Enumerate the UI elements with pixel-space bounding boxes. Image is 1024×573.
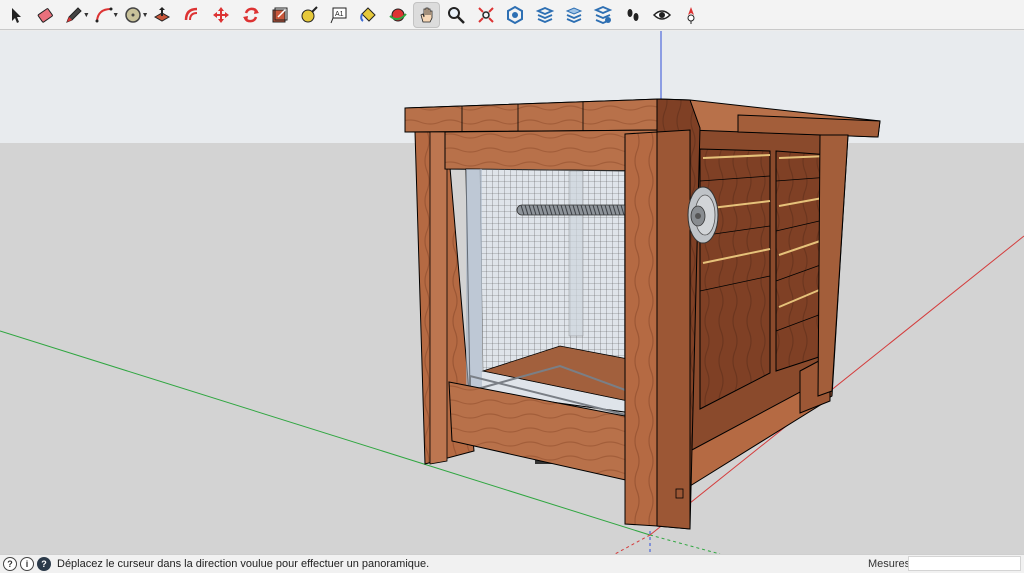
vise-screw xyxy=(516,204,635,216)
offset-icon xyxy=(184,7,197,20)
arrow-cursor-icon xyxy=(11,7,21,23)
rotate-tool-button[interactable] xyxy=(237,2,264,28)
3d-warehouse-button[interactable] xyxy=(502,2,529,28)
paint-bucket-icon xyxy=(360,6,376,22)
chevron-down-icon[interactable]: ▼ xyxy=(142,12,149,19)
chevron-down-icon[interactable]: ▼ xyxy=(112,12,119,19)
rotate-icon xyxy=(242,7,259,22)
status-message: Déplacez le curseur dans la direction vo… xyxy=(57,558,430,570)
arc-tool-button[interactable]: ▼ xyxy=(90,2,119,28)
eraser-icon xyxy=(37,7,53,23)
model-canvas[interactable] xyxy=(0,31,1024,554)
zoom-extents-tool-button[interactable] xyxy=(472,2,499,28)
vise-handwheel xyxy=(687,186,719,244)
tape-measure-icon xyxy=(301,5,319,22)
eraser-tool-button[interactable] xyxy=(31,2,58,28)
zoom-tool-button[interactable] xyxy=(443,2,470,28)
scale-tool-button[interactable] xyxy=(267,2,294,28)
paint-bucket-tool-button[interactable] xyxy=(355,2,382,28)
offset-tool-button[interactable] xyxy=(178,2,205,28)
text-label-icon: A1 xyxy=(330,7,347,23)
measures-input[interactable] xyxy=(908,556,1021,571)
circle-shape-icon xyxy=(125,6,141,23)
layers-tool-button[interactable] xyxy=(560,2,587,28)
look-around-tool-button[interactable] xyxy=(649,2,676,28)
move-arrows-icon xyxy=(213,6,230,23)
eye-icon xyxy=(653,9,672,20)
main-toolbar: ▼ ▼ ▼ A1 xyxy=(0,0,1024,30)
layout-icon xyxy=(594,5,613,24)
position-camera-icon xyxy=(687,6,695,24)
pencil-icon xyxy=(66,6,82,23)
footprints-icon xyxy=(627,8,639,21)
layers-icon xyxy=(565,6,583,23)
position-camera-tool-button[interactable] xyxy=(678,2,705,28)
extension-warehouse-button[interactable] xyxy=(531,2,558,28)
push-pull-tool-button[interactable] xyxy=(149,2,176,28)
hand-icon xyxy=(420,7,433,22)
status-bar: ? i ? Déplacez le curseur dans la direct… xyxy=(0,554,1024,573)
move-tool-button[interactable] xyxy=(208,2,235,28)
pan-tool-button[interactable] xyxy=(413,1,441,28)
tape-measure-tool-button[interactable] xyxy=(296,2,323,28)
credits-icon[interactable]: i xyxy=(20,557,34,571)
scale-icon xyxy=(272,7,288,22)
text-tool-button[interactable]: A1 xyxy=(325,2,352,28)
extension-icon xyxy=(535,6,554,23)
instructor-icon[interactable]: ? xyxy=(37,557,51,571)
3d-viewport[interactable] xyxy=(0,31,1024,554)
measures-label: Mesures xyxy=(868,558,911,570)
zoom-extents-icon xyxy=(478,6,494,23)
geo-location-icon[interactable]: ? xyxy=(3,557,17,571)
svg-text:A1: A1 xyxy=(335,11,344,18)
warehouse-icon xyxy=(507,5,524,24)
layout-tool-button[interactable] xyxy=(590,2,617,28)
walk-tool-button[interactable] xyxy=(619,2,646,28)
magnifier-icon xyxy=(448,6,466,24)
push-pull-icon xyxy=(154,6,171,22)
shapes-tool-button[interactable]: ▼ xyxy=(120,2,149,28)
orbit-tool-button[interactable] xyxy=(384,2,411,28)
arc-icon xyxy=(95,7,113,22)
orbit-icon xyxy=(388,8,407,21)
select-tool-button[interactable] xyxy=(2,2,29,28)
line-tool-button[interactable]: ▼ xyxy=(61,2,90,28)
chevron-down-icon[interactable]: ▼ xyxy=(83,12,90,19)
